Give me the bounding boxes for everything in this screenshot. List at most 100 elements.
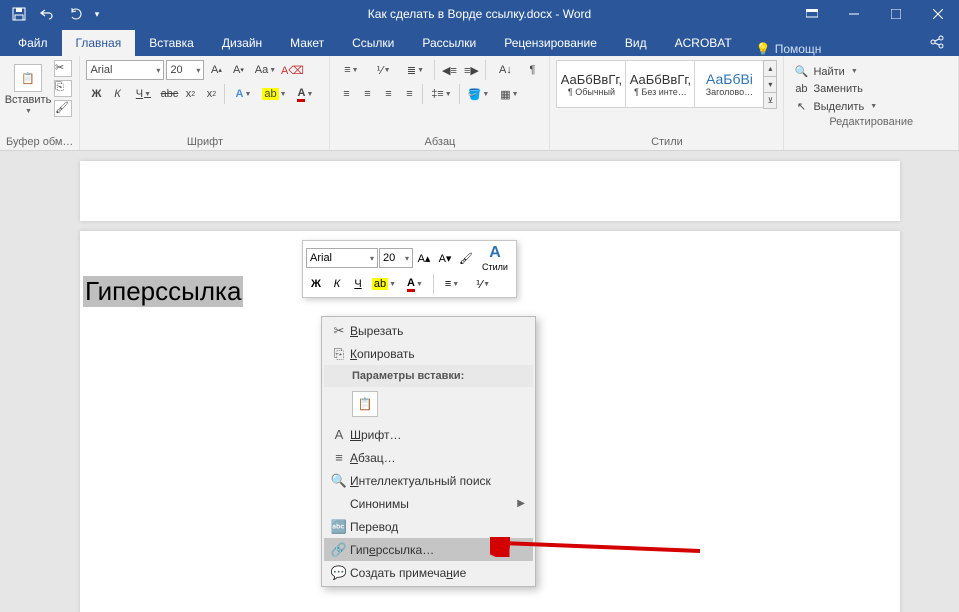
strikethrough-button[interactable]: abc	[159, 84, 179, 104]
minimize-button[interactable]	[833, 0, 875, 28]
mini-shrink-font[interactable]: A▾	[435, 248, 455, 268]
replace-label: Заменить	[813, 83, 862, 95]
sort-button[interactable]: A↓	[490, 60, 520, 80]
text-effects-button[interactable]: A▼	[228, 84, 258, 104]
tab-mailings[interactable]: Рассылки	[408, 30, 490, 56]
tab-design[interactable]: Дизайн	[208, 30, 276, 56]
find-button[interactable]: 🔍Найти ▼	[790, 64, 952, 79]
ctx-cut[interactable]: ✂Вырезать	[324, 319, 533, 342]
tab-acrobat[interactable]: ACROBAT	[661, 30, 746, 56]
superscript-button[interactable]: x2	[201, 84, 221, 104]
bold-button[interactable]: Ж	[86, 84, 106, 104]
align-left-button[interactable]: ≡	[336, 84, 356, 104]
tell-me-search[interactable]: 💡 Помощн	[746, 42, 832, 56]
undo-button[interactable]	[34, 2, 60, 26]
mini-font-combo[interactable]: Arial▾	[306, 248, 378, 268]
tab-insert[interactable]: Вставка	[135, 30, 208, 56]
format-painter-button[interactable]: 🖌	[54, 100, 72, 117]
selected-text[interactable]: Гиперссылка	[83, 276, 243, 307]
mini-styles-button[interactable]: AСтили	[477, 244, 513, 272]
redo-button[interactable]	[62, 2, 88, 26]
mini-grow-font[interactable]: A▴	[414, 248, 434, 268]
group-clipboard: 📋 Вставить ▼ ✂ ⎘ 🖌 Буфер обм…	[0, 56, 80, 150]
select-button[interactable]: ↖Выделить ▼	[790, 99, 952, 114]
numbering-button[interactable]: ⅟▼	[368, 60, 398, 80]
line-spacing-button[interactable]: ‡≡▼	[426, 84, 456, 104]
shrink-font-button[interactable]: A▾	[228, 60, 248, 80]
mini-font-value: Arial	[310, 252, 332, 264]
save-button[interactable]	[6, 2, 32, 26]
copy-button[interactable]: ⎘	[54, 80, 72, 97]
style-heading1[interactable]: АаБбВіЗаголово…	[694, 60, 764, 108]
italic-button[interactable]: К	[107, 84, 127, 104]
tab-references[interactable]: Ссылки	[338, 30, 408, 56]
change-case-button[interactable]: Aa▼	[250, 60, 280, 80]
mini-font-color[interactable]: A▼	[400, 274, 430, 294]
mini-highlight[interactable]: ab▼	[369, 274, 399, 294]
ctx-synonyms[interactable]: Синонимы▶	[324, 492, 533, 515]
underline-label: Ч	[136, 88, 143, 100]
tab-file[interactable]: Файл	[4, 30, 62, 56]
tab-view[interactable]: Вид	[611, 30, 661, 56]
grow-font-button[interactable]: A▴	[206, 60, 226, 80]
ctx-font[interactable]: AШрифт…	[324, 423, 533, 446]
gallery-more[interactable]: ⊻	[763, 92, 777, 109]
ctx-smart-lookup[interactable]: 🔍Интеллектуальный поиск	[324, 469, 533, 492]
tab-home[interactable]: Главная	[62, 30, 136, 56]
find-label: Найти	[813, 66, 844, 78]
ctx-paragraph[interactable]: ≡Абзац…	[324, 446, 533, 469]
tab-review[interactable]: Рецензирование	[490, 30, 611, 56]
borders-button[interactable]: ▦▼	[494, 84, 524, 104]
highlight-button[interactable]: ab▼	[259, 84, 289, 104]
gallery-up[interactable]: ▴	[763, 60, 777, 77]
mini-size-value: 20	[383, 252, 395, 264]
justify-button[interactable]: ≡	[399, 84, 419, 104]
mini-bullets[interactable]: ≡▼	[437, 274, 467, 294]
mini-underline[interactable]: Ч	[348, 274, 368, 294]
ctx-hyperlink[interactable]: 🔗Гиперссылка…	[324, 538, 533, 561]
ribbon: 📋 Вставить ▼ ✂ ⎘ 🖌 Буфер обм… Arial▾ 20▾…	[0, 56, 959, 151]
qat-customize[interactable]: ▾	[90, 2, 104, 26]
ctx-copy[interactable]: ⎘Копировать	[324, 342, 533, 365]
bullets-button[interactable]: ≡▼	[336, 60, 366, 80]
paste-keep-source[interactable]: 📋	[352, 391, 378, 417]
share-button[interactable]	[915, 28, 959, 56]
align-right-button[interactable]: ≡	[378, 84, 398, 104]
mini-bold[interactable]: Ж	[306, 274, 326, 294]
shading-button[interactable]: 🪣▼	[463, 84, 493, 104]
font-color-button[interactable]: A▼	[290, 84, 320, 104]
font-size-combo[interactable]: 20▾	[166, 60, 204, 80]
increase-indent-button[interactable]: ≡▶	[461, 60, 481, 80]
tab-layout[interactable]: Макет	[276, 30, 338, 56]
decrease-indent-button[interactable]: ◀≡	[439, 60, 459, 80]
ctx-new-comment[interactable]: 💬Создать примечание	[324, 561, 533, 584]
replace-button[interactable]: abЗаменить	[790, 82, 952, 96]
group-font: Arial▾ 20▾ A▴ A▾ Aa▼ A⌫ Ж К Ч▼ abc x2 x2…	[80, 56, 330, 150]
paste-button[interactable]: 📋 Вставить ▼	[6, 60, 50, 115]
ribbon-display-button[interactable]	[791, 0, 833, 28]
group-styles: АаБбВвГг,¶ Обычный АаБбВвГг,¶ Без инте… …	[550, 56, 784, 150]
mini-italic[interactable]: К	[327, 274, 347, 294]
gallery-down[interactable]: ▾	[763, 76, 777, 93]
title-bar: ▾ Как сделать в Ворде ссылку.docx - Word	[0, 0, 959, 28]
font-name-combo[interactable]: Arial▾	[86, 60, 164, 80]
style-normal[interactable]: АаБбВвГг,¶ Обычный	[556, 60, 626, 108]
mini-size-combo[interactable]: 20▾	[379, 248, 413, 268]
align-center-button[interactable]: ≡	[357, 84, 377, 104]
comment-icon: 💬	[328, 565, 350, 581]
cut-button[interactable]: ✂	[54, 60, 72, 77]
maximize-button[interactable]	[875, 0, 917, 28]
close-button[interactable]	[917, 0, 959, 28]
multilevel-button[interactable]: ≣▼	[400, 60, 430, 80]
show-marks-button[interactable]: ¶	[522, 60, 542, 80]
submenu-arrow-icon: ▶	[517, 498, 525, 509]
ctx-translate[interactable]: 🔤Перевод	[324, 515, 533, 538]
style-preview: АаБбВвГг,	[561, 72, 622, 87]
subscript-button[interactable]: x2	[180, 84, 200, 104]
page-previous-bottom[interactable]	[80, 161, 900, 221]
mini-numbering[interactable]: ⅟▼	[468, 274, 498, 294]
mini-format-painter[interactable]: 🖌	[456, 248, 476, 268]
clear-formatting-button[interactable]: A⌫	[282, 60, 302, 80]
underline-button[interactable]: Ч▼	[128, 84, 158, 104]
style-no-spacing[interactable]: АаБбВвГг,¶ Без инте…	[625, 60, 695, 108]
